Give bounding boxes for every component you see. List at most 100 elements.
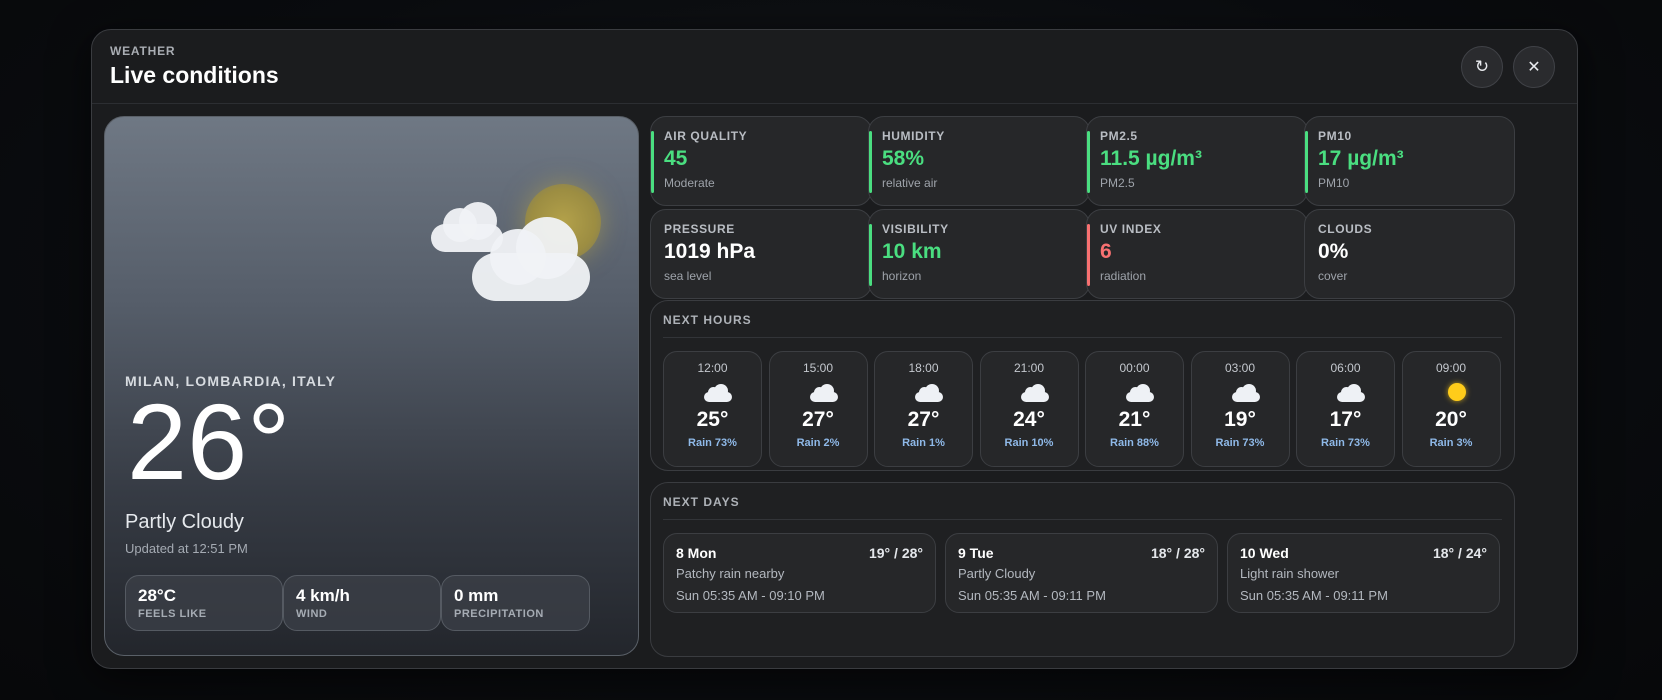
- hour-rain: Rain 2%: [796, 437, 840, 449]
- air-quality-card: AIR QUALITY 45 Moderate: [650, 116, 872, 206]
- hour-icon-wrap: [770, 381, 867, 407]
- day-label: 10 Wed: [1240, 545, 1289, 561]
- day-card: 9 Tue 18° / 28° Partly Cloudy Sun 05:35 AM …: [945, 533, 1218, 613]
- accent-bar: [1087, 224, 1090, 286]
- cloud-icon: [915, 384, 943, 402]
- metric-value: 58%: [882, 147, 925, 170]
- day-sun-times: Sun 05:35 AM - 09:10 PM: [676, 588, 825, 603]
- hour-rain: Rain 73%: [688, 437, 737, 449]
- accent-bar: [1305, 131, 1308, 193]
- cloud-icon: [809, 384, 838, 402]
- hour-icon-wrap: [981, 381, 1078, 407]
- hour-card: 15:00 27° Rain 2%: [768, 351, 868, 467]
- divider: [663, 519, 1502, 520]
- hour-temp: 25°: [696, 408, 729, 431]
- day-desc: Patchy rain nearby: [676, 566, 785, 581]
- accent-bar: [1087, 131, 1090, 193]
- current-temperature: 26°: [127, 381, 291, 502]
- metric-label: HUMIDITY: [882, 129, 945, 143]
- hour-time: 09:00: [1435, 361, 1467, 375]
- next-days-section: NEXT DAYS 8 Mon 19° / 28° Patchy rain near…: [650, 482, 1515, 657]
- hour-temp: 20°: [1435, 408, 1467, 431]
- section-title: NEXT DAYS: [663, 495, 740, 509]
- current-condition: Partly Cloudy: [125, 511, 244, 533]
- stat-label: PRECIPITATION: [454, 608, 544, 620]
- hour-temp: 21°: [1118, 408, 1151, 431]
- day-sun-times: Sun 05:35 AM - 09:11 PM: [958, 588, 1106, 603]
- hour-temp: 17°: [1329, 408, 1362, 431]
- day-range: 18° / 28°: [1150, 545, 1205, 561]
- metric-sub: PM10: [1318, 176, 1350, 190]
- metric-value: 11.5 µg/m³: [1100, 147, 1202, 170]
- metric-sub: sea level: [664, 269, 712, 283]
- pressure-card: PRESSURE 1019 hPa sea level: [650, 209, 872, 299]
- stat-value: 0 mm: [454, 586, 499, 605]
- wind-stat: 4 km/h WIND: [283, 575, 441, 631]
- refresh-button[interactable]: ↻: [1461, 46, 1503, 88]
- hour-rain: Rain 3%: [1429, 437, 1473, 449]
- cloud-icon: [1231, 384, 1260, 402]
- pm25-card: PM2.5 11.5 µg/m³ PM2.5: [1086, 116, 1308, 206]
- hour-rain: Rain 10%: [1004, 437, 1054, 449]
- panel-header: WEATHER Live conditions ↻ ✕: [92, 30, 1577, 104]
- metric-value: 17 µg/m³: [1318, 147, 1404, 170]
- metric-label: CLOUDS: [1318, 222, 1373, 236]
- metric-sub: Moderate: [664, 176, 715, 190]
- metric-value: 45: [664, 147, 688, 170]
- accent-bar: [869, 224, 872, 286]
- metric-label: PRESSURE: [664, 222, 735, 236]
- day-card: 10 Wed 18° / 24° Light rain shower Sun 05:3…: [1227, 533, 1500, 613]
- hour-card: 09:00 20° Rain 3%: [1401, 351, 1501, 467]
- refresh-icon: ↻: [1474, 57, 1490, 76]
- divider: [663, 337, 1502, 338]
- metric-label: VISIBILITY: [882, 222, 949, 236]
- hour-icon-wrap: [1192, 381, 1289, 407]
- stat-label: FEELS LIKE: [138, 608, 207, 620]
- hour-time: 15:00: [802, 361, 834, 375]
- hour-temp: 19°: [1224, 408, 1256, 431]
- day-desc: Partly Cloudy: [958, 566, 1036, 581]
- updated-time: Updated at 12:51 PM: [125, 541, 248, 556]
- panel-title: Live conditions: [110, 62, 279, 88]
- hour-card: 12:00 25° Rain 73%: [663, 351, 762, 467]
- hour-time: 06:00: [1330, 361, 1361, 375]
- day-label: 9 Tue: [958, 545, 994, 561]
- section-title: NEXT HOURS: [663, 313, 752, 327]
- day-desc: Light rain shower: [1240, 566, 1339, 581]
- current-weather-card: MILAN, LOMBARDIA, ITALY 26° Partly Cloud…: [104, 116, 639, 656]
- metric-value: 10 km: [882, 240, 942, 263]
- sun-icon: [1447, 383, 1466, 401]
- hour-icon-wrap: [664, 381, 761, 407]
- stat-value: 28°C: [138, 586, 176, 605]
- clouds-card: CLOUDS 0% cover: [1304, 209, 1515, 299]
- day-card: 8 Mon 19° / 28° Patchy rain nearby Sun 05:3…: [663, 533, 936, 613]
- humidity-card: HUMIDITY 58% relative air: [868, 116, 1090, 206]
- hour-card: 06:00 17° Rain 73%: [1296, 351, 1395, 467]
- visibility-card: VISIBILITY 10 km horizon: [868, 209, 1090, 299]
- metric-label: PM2.5: [1100, 129, 1138, 143]
- metric-sub: horizon: [882, 269, 922, 283]
- metric-value: 6: [1100, 240, 1112, 263]
- metric-sub: PM2.5: [1100, 176, 1135, 190]
- hour-temp: 27°: [802, 408, 834, 431]
- hour-rain: Rain 73%: [1215, 437, 1265, 449]
- hour-time: 12:00: [697, 361, 728, 375]
- hour-icon-wrap: [1086, 381, 1183, 407]
- metric-sub: radiation: [1100, 269, 1147, 283]
- day-label: 8 Mon: [676, 545, 717, 561]
- close-icon: ✕: [1527, 59, 1541, 76]
- metric-sub: cover: [1318, 269, 1348, 283]
- stat-value: 4 km/h: [296, 586, 350, 605]
- cloud-icon: [1020, 384, 1049, 402]
- stat-label: WIND: [296, 608, 328, 620]
- hour-time: 21:00: [1013, 361, 1045, 375]
- accent-bar: [869, 131, 872, 193]
- hour-card: 18:00 27° Rain 1%: [874, 351, 973, 467]
- day-range: 19° / 28°: [868, 545, 923, 561]
- hour-card: 03:00 19° Rain 73%: [1190, 351, 1290, 467]
- metric-value: 0%: [1318, 240, 1349, 263]
- hour-icon-wrap: [1403, 381, 1500, 407]
- cloud-icon: [704, 384, 732, 402]
- uv-index-card: UV INDEX 6 radiation: [1086, 209, 1308, 299]
- close-button[interactable]: ✕: [1513, 46, 1555, 88]
